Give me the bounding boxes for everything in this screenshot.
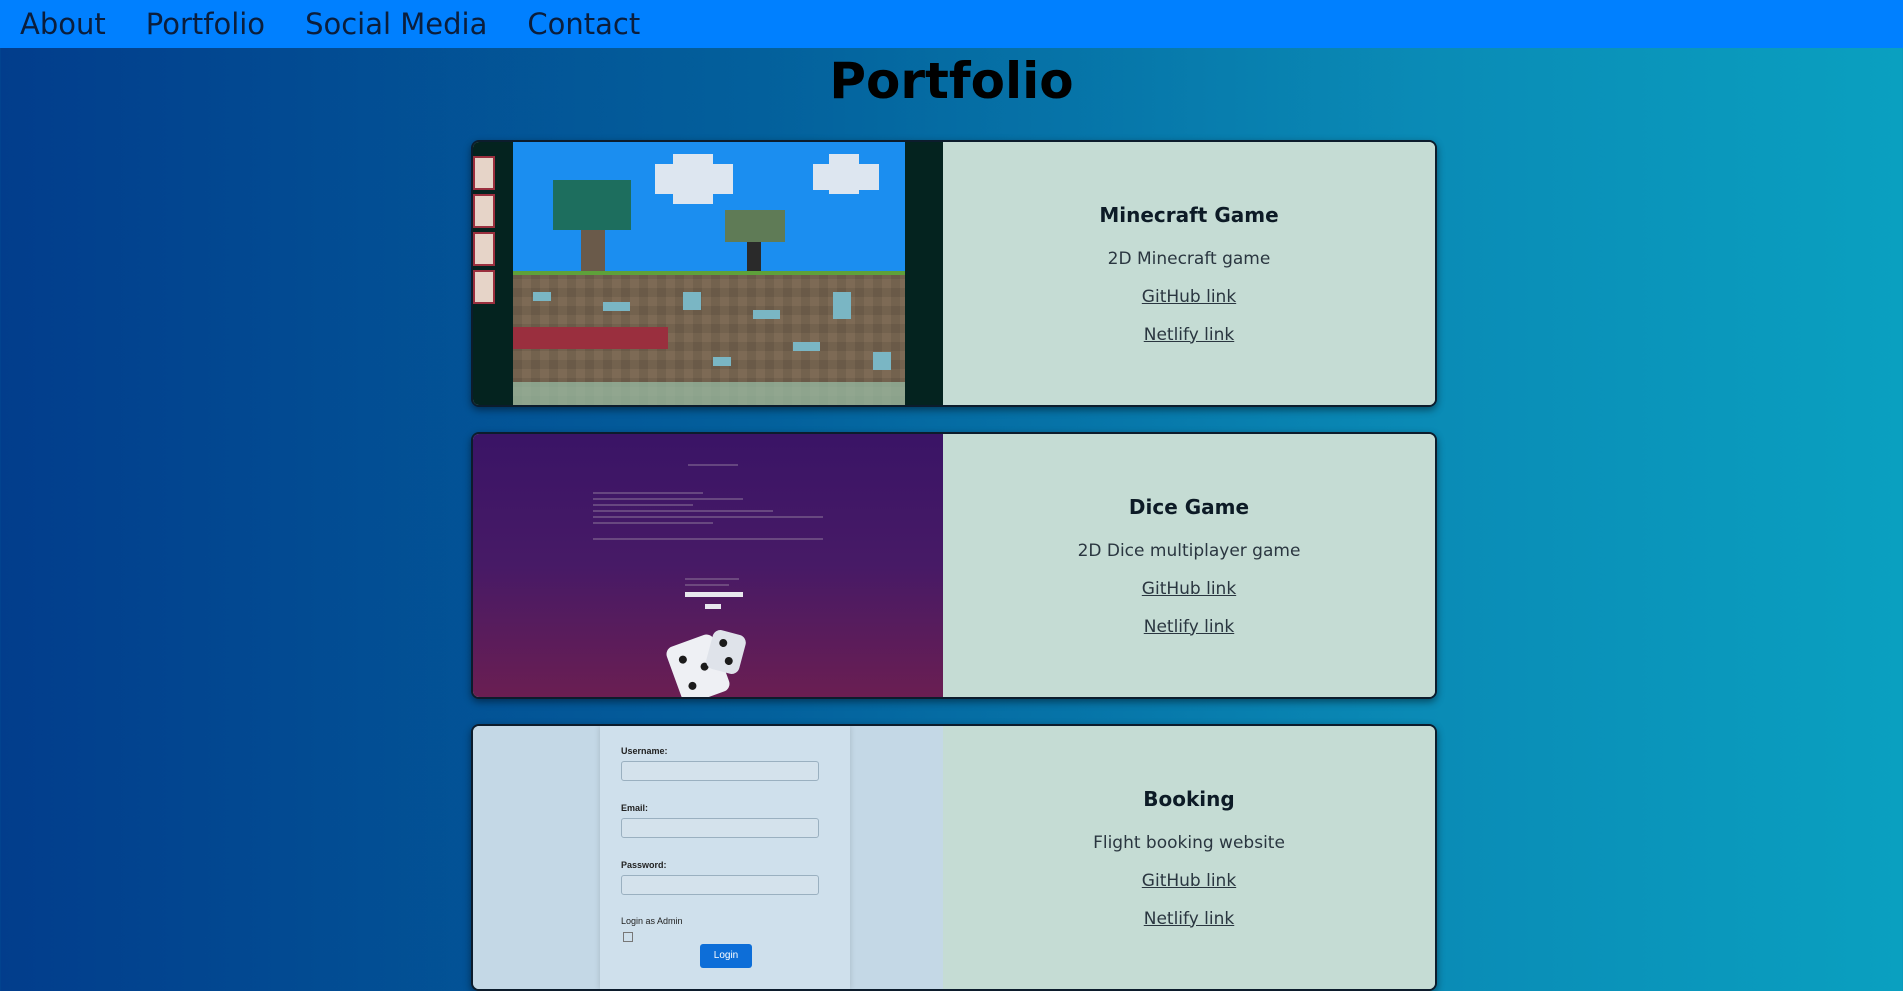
project-info: Booking Flight booking website GitHub li… [943,726,1435,989]
minecraft-thumbnail [473,142,943,405]
github-link[interactable]: GitHub link [1142,287,1236,307]
text-line [593,504,693,506]
admin-checkbox[interactable] [623,932,633,942]
username-label: Username: [621,746,668,756]
tree-trunk [747,242,761,272]
project-description: 2D Dice multiplayer game [1077,540,1301,561]
login-button[interactable]: Login [700,944,752,968]
axe-tool-icon[interactable] [473,156,495,190]
ore-block [603,302,630,311]
nav-link-contact[interactable]: Contact [527,7,640,41]
page-title: Portfolio [829,52,1074,110]
github-link[interactable]: GitHub link [1142,871,1236,891]
text-line [593,522,713,524]
dice-game-thumbnail [473,434,943,697]
email-label: Email: [621,803,649,813]
netlify-link[interactable]: Netlify link [1144,909,1235,929]
text-line [685,578,739,580]
project-info: Minecraft Game 2D Minecraft game GitHub … [943,142,1435,405]
sword-tool-icon[interactable] [473,270,495,304]
project-card-minecraft: Minecraft Game 2D Minecraft game GitHub … [471,140,1437,407]
project-card-dice: Dice Game 2D Dice multiplayer game GitHu… [471,432,1437,699]
ore-block [833,292,851,319]
project-card-booking: Username: Email: Password: Login as Admi… [471,724,1437,991]
project-info: Dice Game 2D Dice multiplayer game GitHu… [943,434,1435,697]
email-input[interactable] [621,818,819,838]
nav-link-social-media[interactable]: Social Media [305,7,487,41]
password-label: Password: [621,860,667,870]
cloud [829,154,859,194]
tree-leaves [725,210,785,242]
text-line [688,464,738,466]
username-input[interactable] [621,761,819,781]
name-input[interactable] [685,592,743,597]
top-navbar: About Portfolio Social Media Contact [0,0,1903,48]
ore-block [753,310,780,319]
text-line [593,538,823,540]
text-line [593,516,823,518]
text-line [593,498,743,500]
pickaxe-tool-icon[interactable] [473,232,495,266]
project-title: Minecraft Game [1099,202,1279,227]
netlify-link[interactable]: Netlify link [1144,325,1235,345]
text-line [593,492,703,494]
shovel-tool-icon[interactable] [473,194,495,228]
cloud [673,154,713,204]
ore-block [683,292,701,310]
project-title: Booking [1143,786,1235,811]
password-input[interactable] [621,875,819,895]
netlify-link[interactable]: Netlify link [1144,617,1235,637]
text-line [593,510,773,512]
nav-link-about[interactable]: About [20,7,106,41]
ore-block [533,292,551,301]
inventory-bar [513,327,668,349]
project-description: Flight booking website [1093,832,1285,853]
project-description: 2D Minecraft game [1107,248,1271,269]
nav-link-portfolio[interactable]: Portfolio [146,7,265,41]
ore-block [793,342,820,351]
github-link[interactable]: GitHub link [1142,579,1236,599]
bedrock-layer [513,382,905,405]
booking-thumbnail: Username: Email: Password: Login as Admi… [473,726,943,989]
text-line [685,584,729,586]
tree-leaves [553,180,631,230]
project-title: Dice Game [1128,494,1250,519]
tree-trunk [581,230,605,272]
ore-block [713,357,731,366]
admin-label: Login as Admin [621,916,683,926]
ore-block [873,352,891,370]
start-button[interactable] [705,604,721,609]
